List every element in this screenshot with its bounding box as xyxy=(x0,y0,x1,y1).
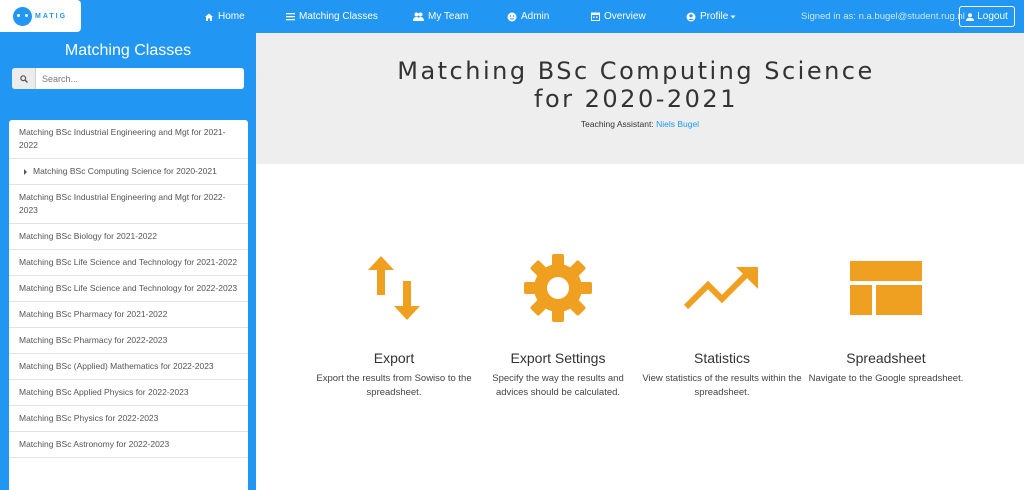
class-list-item[interactable]: Matching BSc (Applied) Mathematics for 2… xyxy=(9,354,248,380)
chevron-down-icon xyxy=(730,15,736,18)
class-list-item-active[interactable]: Matching BSc Computing Science for 2020-… xyxy=(9,159,248,185)
logo-face-icon xyxy=(13,6,32,26)
search-box xyxy=(12,68,244,89)
list-icon xyxy=(286,13,295,21)
class-item-label: Matching BSc (Applied) Mathematics for 2… xyxy=(19,361,214,371)
search-button[interactable] xyxy=(12,68,36,89)
nav-admin-label: Admin xyxy=(521,11,550,22)
class-list-item[interactable]: Matching BSc Pharmacy for 2022-2023 xyxy=(9,328,248,354)
spreadsheet-card-title: Spreadsheet xyxy=(846,350,926,366)
nav-home[interactable]: Home xyxy=(204,0,245,33)
class-item-label: Matching BSc Biology for 2021-2022 xyxy=(19,231,157,241)
class-list-item[interactable]: Matching BSc Industrial Engineering and … xyxy=(9,185,248,224)
nav-overview-label: Overview xyxy=(604,11,646,22)
calendar-icon xyxy=(591,12,600,21)
statistics-card-desc: View statistics of the results within th… xyxy=(642,373,802,398)
hero-header: Matching BSc Computing Science for 2020-… xyxy=(256,33,1024,164)
caret-right-icon xyxy=(24,168,27,175)
nav-my-team[interactable]: My Team xyxy=(413,0,468,33)
class-list-item[interactable]: Matching BSc Pharmacy for 2021-2022 xyxy=(9,302,248,328)
person-icon xyxy=(966,12,975,21)
statistics-card-title: Statistics xyxy=(693,350,750,366)
class-item-label: Matching BSc Life Science and Technology… xyxy=(19,283,238,293)
class-list-item[interactable]: Matching BSc Physics for 2022-2023 xyxy=(9,406,248,432)
ta-label: Teaching Assistant: xyxy=(580,119,654,129)
nav-matching-classes-label: Matching Classes xyxy=(299,11,378,22)
class-item-label: Matching BSc Astronomy for 2022-2023 xyxy=(19,439,170,449)
sidebar-title: Matching Classes xyxy=(64,42,192,59)
class-item-label: Matching BSc Industrial Engineering and … xyxy=(19,192,226,215)
class-list-item[interactable]: Matching BSc Industrial Engineering and … xyxy=(9,120,248,159)
nav-home-label: Home xyxy=(218,11,245,22)
signed-in-status: Signed in as: n.a.bugel@student.rug.nl xyxy=(801,11,965,22)
export-card-title: Export xyxy=(373,350,415,366)
export-settings-card-title: Export Settings xyxy=(510,350,606,366)
class-item-label: Matching BSc Computing Science for 2020-… xyxy=(33,166,217,176)
class-item-label: Matching BSc Physics for 2022-2023 xyxy=(19,413,159,423)
statistics-card[interactable]: Statistics View statistics of the result… xyxy=(642,248,802,400)
nav-profile-dropdown[interactable]: Profile xyxy=(686,0,740,33)
home-icon xyxy=(205,13,213,21)
export-settings-card-desc: Specify the way the results and advices … xyxy=(492,373,624,398)
class-item-label: Matching BSc Life Science and Technology… xyxy=(19,257,238,267)
team-icon xyxy=(413,12,424,21)
main-content: Matching BSc Computing Science for 2020-… xyxy=(256,33,1024,490)
top-navbar: MATIG Home Matching Classes My Team Admi… xyxy=(0,0,1024,33)
nav-profile-label: Profile xyxy=(700,11,729,22)
class-list-item[interactable]: Matching BSc Biology for 2021-2022 xyxy=(9,224,248,250)
export-card[interactable]: Export Export the results from Sowiso to… xyxy=(314,248,474,400)
logout-label: Logout xyxy=(977,11,1008,22)
nav-admin[interactable]: Admin xyxy=(507,0,549,33)
logo-text: MATIG xyxy=(35,12,68,20)
export-settings-card[interactable]: Export Settings Specify the way the resu… xyxy=(478,248,638,400)
ta-name-link[interactable]: Niels Bugel xyxy=(656,119,699,129)
class-list-item[interactable]: Matching BSc Life Science and Technology… xyxy=(9,250,248,276)
spreadsheet-icon xyxy=(850,261,922,315)
nav-matching-classes[interactable]: Matching Classes xyxy=(286,0,378,33)
app-logo[interactable]: MATIG xyxy=(0,0,81,32)
class-item-label: Matching BSc Pharmacy for 2022-2023 xyxy=(19,335,168,345)
teaching-assistant-line: Teaching Assistant: Niels Bugel xyxy=(256,119,1024,129)
page-title: Matching BSc Computing Science for 2020-… xyxy=(397,57,875,113)
nav-my-team-label: My Team xyxy=(428,11,469,22)
nav-overview[interactable]: Overview xyxy=(591,0,646,33)
class-item-label: Matching BSc Pharmacy for 2021-2022 xyxy=(19,309,168,319)
class-item-label: Matching BSc Industrial Engineering and … xyxy=(19,127,226,150)
spreadsheet-card-desc: Navigate to the Google spreadsheet. xyxy=(808,373,964,384)
class-list-item[interactable]: Matching BSc Astronomy for 2022-2023 xyxy=(9,432,248,458)
class-list: Matching BSc Industrial Engineering and … xyxy=(9,120,248,490)
trending-up-icon xyxy=(683,267,758,310)
search-input[interactable] xyxy=(36,68,244,89)
admin-face-icon xyxy=(507,12,517,21)
sidebar: Matching Classes Matching BSc Industrial… xyxy=(0,33,256,490)
class-item-label: Matching BSc Applied Physics for 2022-20… xyxy=(19,387,189,397)
spreadsheet-card[interactable]: Spreadsheet Navigate to the Google sprea… xyxy=(806,248,966,386)
swap-vertical-icon xyxy=(368,256,420,320)
class-list-item[interactable]: Matching BSc Life Science and Technology… xyxy=(9,276,248,302)
logout-button[interactable]: Logout xyxy=(959,6,1015,27)
class-list-item[interactable]: Matching BSc Applied Physics for 2022-20… xyxy=(9,380,248,406)
search-icon xyxy=(19,74,28,83)
gear-icon xyxy=(524,254,592,322)
account-circle-icon xyxy=(686,12,696,21)
export-card-desc: Export the results from Sowiso to the sp… xyxy=(316,373,472,398)
